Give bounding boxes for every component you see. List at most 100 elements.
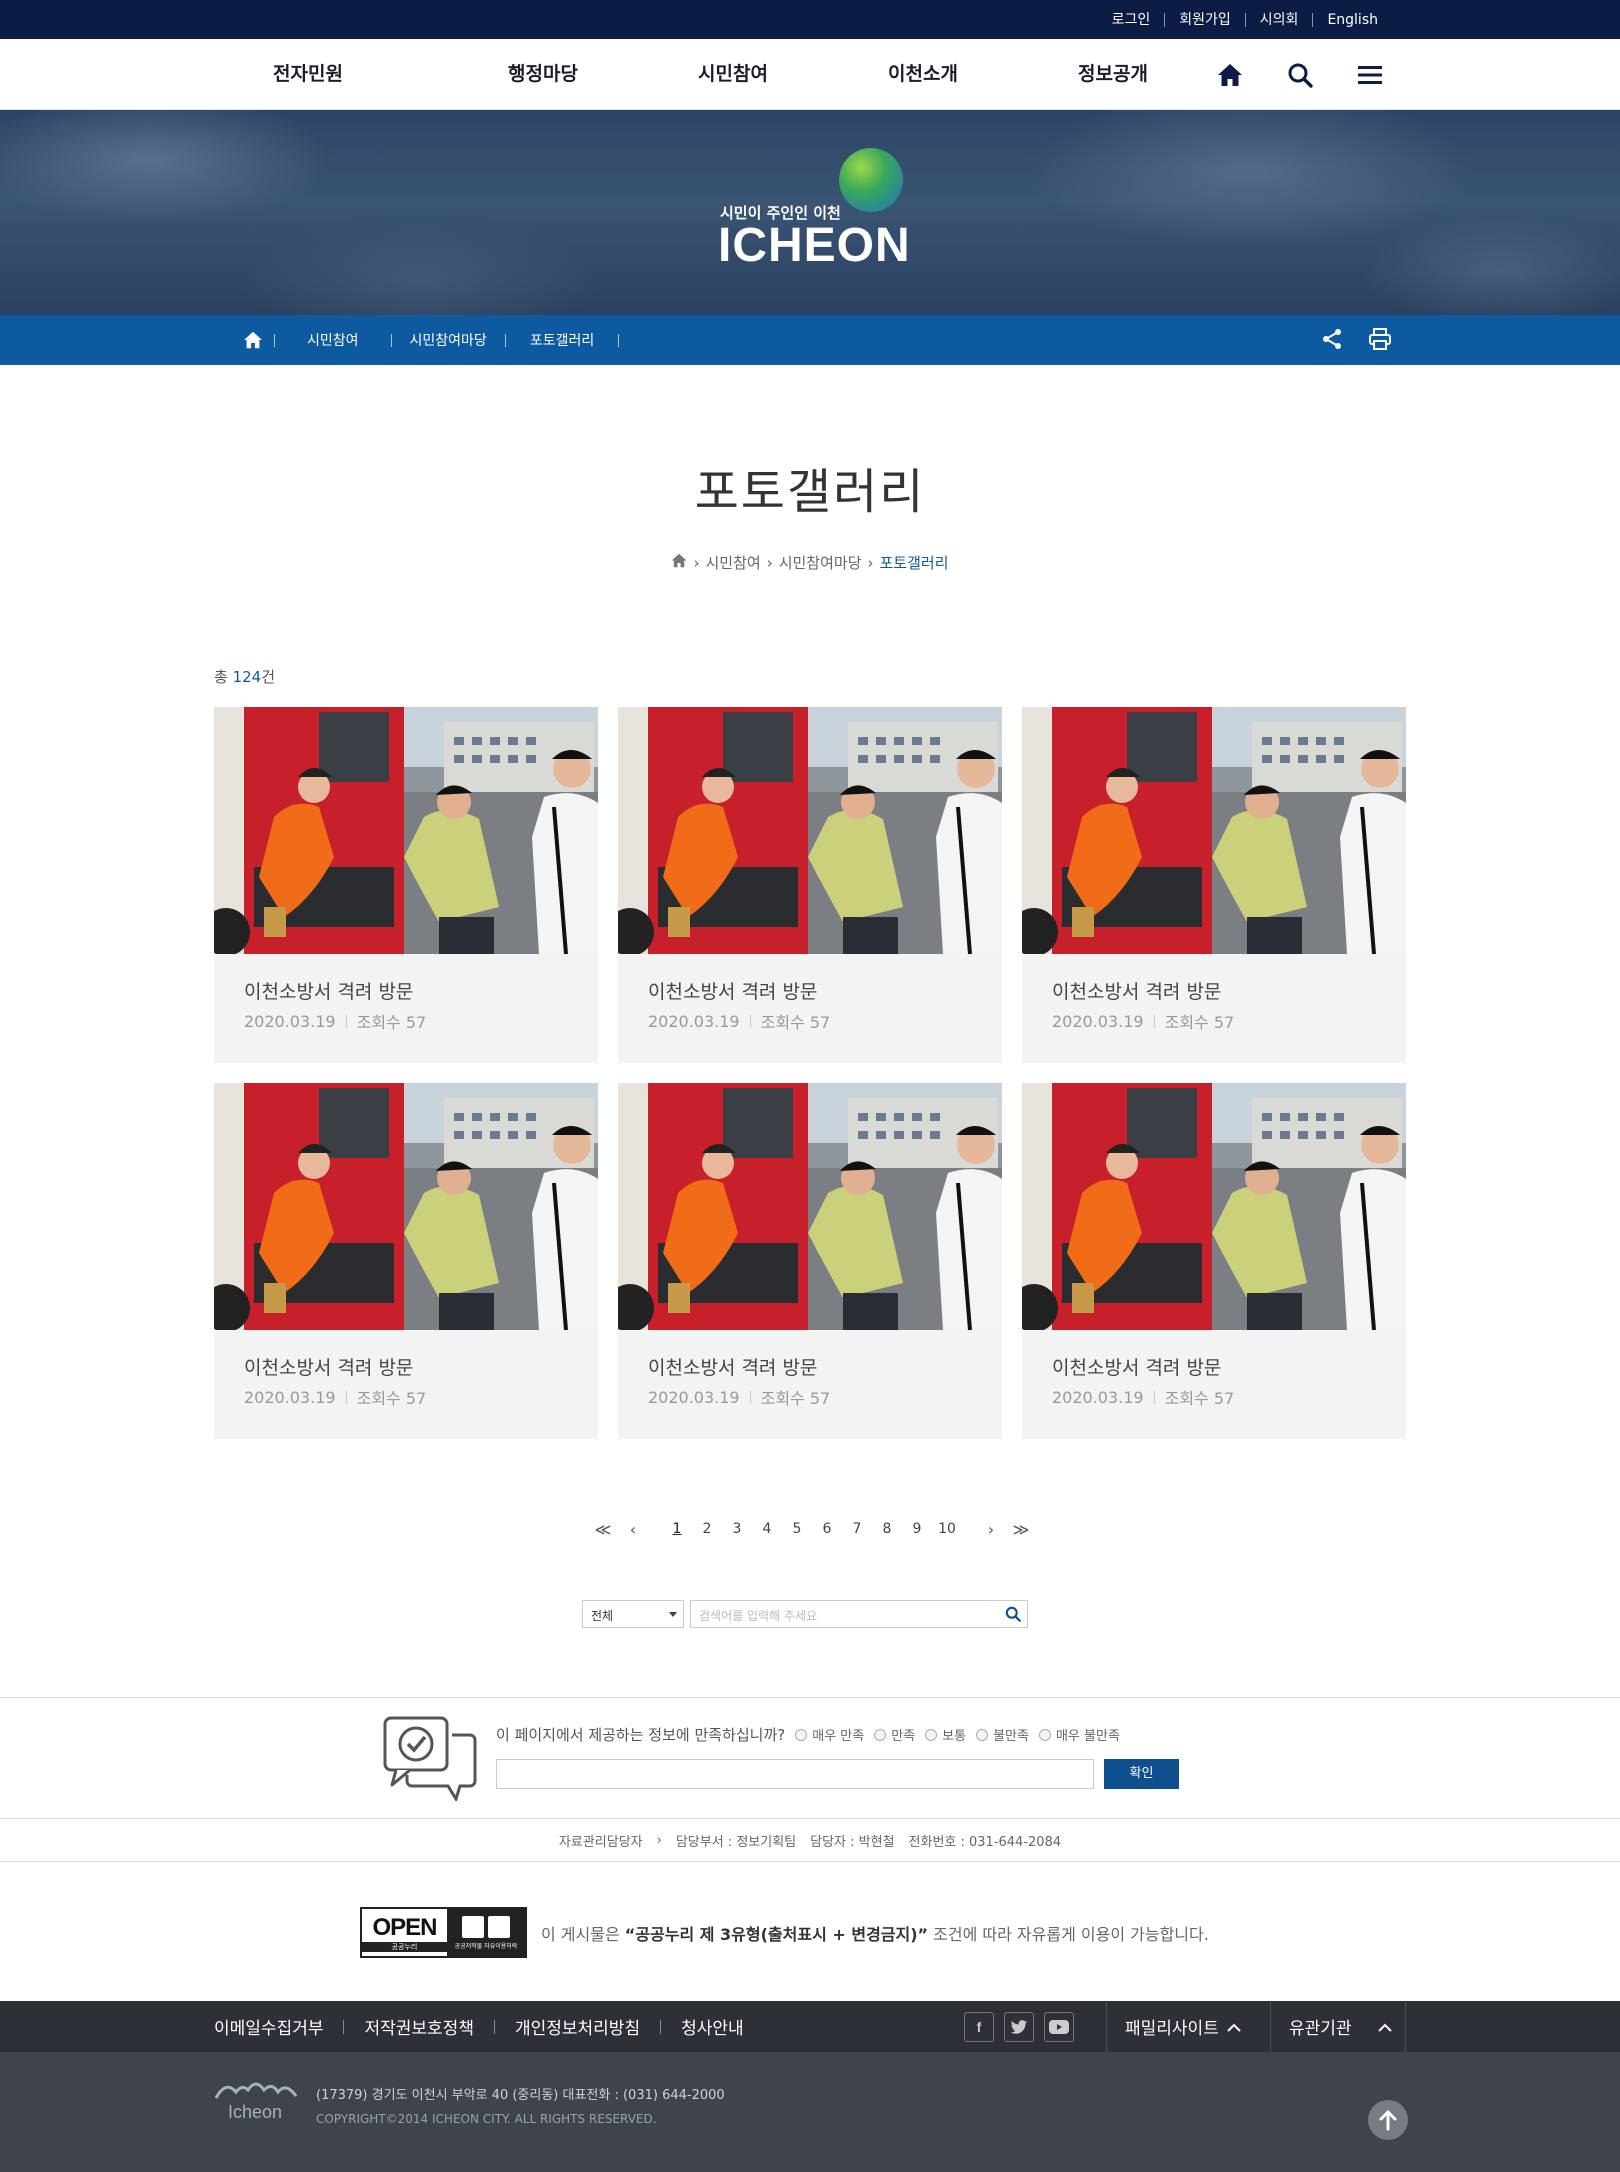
youtube-icon[interactable] (1044, 2012, 1074, 2042)
gallery-thumbnail[interactable] (1022, 707, 1406, 954)
location-item-forum[interactable]: 시민참여마당 (392, 330, 505, 350)
footer-link-copyright[interactable]: 저작권보호정책 (344, 2014, 493, 2039)
license-text-before: 이 게시물은 (541, 1924, 625, 1944)
facebook-icon[interactable]: f (964, 2012, 994, 2042)
survey-option-dissatisfied[interactable]: 불만족 (976, 1725, 1029, 1744)
radio-icon[interactable] (976, 1728, 989, 1741)
page-number[interactable]: 3 (722, 1521, 752, 1537)
breadcrumb-home-icon[interactable] (671, 553, 687, 572)
divider (1153, 1014, 1155, 1028)
english-link[interactable]: English (1312, 12, 1392, 27)
gallery-title[interactable]: 이천소방서 격려 방문 (244, 977, 413, 1004)
gallery-card[interactable]: 이천소방서 격려 방문 2020.03.19 조회수 57 (1022, 707, 1406, 1063)
gallery-thumbnail[interactable] (618, 1083, 1002, 1330)
gallery-title[interactable]: 이천소방서 격려 방문 (648, 1353, 817, 1380)
related-org-toggle[interactable]: 유관기관 (1270, 2001, 1406, 2052)
footer-links: 이메일수집거부 저작권보호정책 개인정보처리방침 청사안내 (214, 2001, 764, 2052)
gallery-thumbnail[interactable] (618, 707, 1002, 954)
divider (618, 333, 620, 347)
page-number[interactable]: 10 (932, 1521, 962, 1537)
home-icon[interactable] (1212, 57, 1248, 93)
gallery-date: 2020.03.19 (1052, 1011, 1144, 1031)
gallery-card[interactable]: 이천소방서 격려 방문 2020.03.19 조회수 57 (214, 1083, 598, 1439)
survey-option-satisfied[interactable]: 만족 (874, 1725, 915, 1744)
footer-link-directions[interactable]: 청사안내 (661, 2014, 764, 2039)
page-number[interactable]: 6 (812, 1521, 842, 1537)
survey-submit-button[interactable]: 확인 (1104, 1759, 1179, 1789)
survey-question: 이 페이지에서 제공하는 정보에 만족하십니까? (496, 1726, 786, 1744)
survey-option-neutral[interactable]: 보통 (925, 1725, 966, 1744)
gnb-item-admin[interactable]: 행정마당 (448, 39, 638, 110)
search-icon[interactable] (1005, 1606, 1021, 1625)
badge-right: 공공저작물 자유이용허락 (454, 1942, 518, 1950)
gnb-menu: 전자민원 행정마당 시민참여 이천소개 정보공개 (258, 39, 1208, 110)
location-item-gallery[interactable]: 포토갤러리 (506, 330, 618, 350)
survey-option-very-dissatisfied[interactable]: 매우 불만족 (1038, 1725, 1120, 1744)
footer-link-email[interactable]: 이메일수집거부 (214, 2014, 343, 2039)
gnb-item-e-civil[interactable]: 전자민원 (258, 39, 358, 110)
join-link[interactable]: 회원가입 (1164, 12, 1245, 27)
survey-comment-field[interactable] (496, 1759, 1094, 1789)
utility-links: 로그인 회원가입 시의회 English (1098, 0, 1392, 39)
family-site-toggle[interactable]: 패밀리사이트 (1106, 2001, 1294, 2052)
twitter-icon[interactable] (1004, 2012, 1034, 2042)
gnb-item-about[interactable]: 이천소개 (828, 39, 1018, 110)
gallery-thumbnail[interactable] (214, 1083, 598, 1330)
gallery-card[interactable]: 이천소방서 격려 방문 2020.03.19 조회수 57 (618, 707, 1002, 1063)
page-number[interactable]: 5 (782, 1521, 812, 1537)
page-number[interactable]: 7 (842, 1521, 872, 1537)
prev-page-button[interactable]: ‹ (618, 1520, 648, 1539)
menu-icon[interactable] (1352, 57, 1388, 93)
search-category-select[interactable]: 전체 (582, 1600, 684, 1628)
top-utility-bar: 로그인 회원가입 시의회 English (0, 0, 1620, 39)
council-link[interactable]: 시의회 (1244, 12, 1313, 27)
radio-icon[interactable] (795, 1728, 808, 1741)
radio-icon[interactable] (925, 1728, 938, 1741)
gallery-card[interactable]: 이천소방서 격려 방문 2020.03.19 조회수 57 (618, 1083, 1002, 1439)
scroll-top-button[interactable] (1368, 2100, 1408, 2140)
gallery-thumbnail[interactable] (214, 707, 598, 954)
location-tools (1320, 327, 1392, 355)
location-item-participation[interactable]: 시민참여 (275, 330, 391, 350)
divider (749, 1014, 751, 1028)
footer-link-privacy[interactable]: 개인정보처리방침 (495, 2014, 660, 2039)
gallery-title[interactable]: 이천소방서 격려 방문 (1052, 977, 1221, 1004)
search-icon[interactable] (1282, 57, 1318, 93)
gallery-views: 조회수 57 (356, 1389, 427, 1408)
chevron-right-icon: › (766, 553, 773, 572)
first-page-button[interactable]: ≪ (588, 1520, 618, 1539)
next-page-button[interactable]: › (976, 1520, 1006, 1539)
divider (749, 1390, 751, 1404)
page-number[interactable]: 4 (752, 1521, 782, 1537)
option-label: 매우 불만족 (1055, 1729, 1120, 1744)
page-number[interactable]: 1 (662, 1521, 692, 1537)
option-label: 불만족 (993, 1729, 1029, 1744)
search-placeholder: 검색어를 입력해 주세요 (699, 1609, 818, 1623)
chevron-right-icon: › (693, 553, 700, 572)
search-input[interactable]: 검색어를 입력해 주세요 (690, 1600, 1028, 1628)
login-link[interactable]: 로그인 (1098, 13, 1165, 27)
gallery-title[interactable]: 이천소방서 격려 방문 (1052, 1353, 1221, 1380)
breadcrumb-item[interactable]: 시민참여마당 (779, 552, 862, 573)
page-number[interactable]: 2 (692, 1521, 722, 1537)
radio-icon[interactable] (874, 1728, 887, 1741)
gallery-card[interactable]: 이천소방서 격려 방문 2020.03.19 조회수 57 (1022, 1083, 1406, 1439)
location-home-icon[interactable] (232, 331, 274, 349)
chevron-right-icon: › (867, 553, 874, 572)
share-icon[interactable] (1320, 327, 1344, 355)
radio-icon[interactable] (1038, 1728, 1051, 1741)
last-page-button[interactable]: ≫ (1006, 1520, 1036, 1539)
survey-option-very-satisfied[interactable]: 매우 만족 (795, 1725, 864, 1744)
page-number[interactable]: 8 (872, 1521, 902, 1537)
footer-links-bar: 이메일수집거부 저작권보호정책 개인정보처리방침 청사안내 f 패밀리사이트 유… (0, 2001, 1620, 2052)
gallery-card[interactable]: 이천소방서 격려 방문 2020.03.19 조회수 57 (214, 707, 598, 1063)
gnb-item-participation[interactable]: 시민참여 (638, 39, 828, 110)
main-navigation: 전자민원 행정마당 시민참여 이천소개 정보공개 (0, 39, 1620, 110)
page-number[interactable]: 9 (902, 1521, 932, 1537)
print-icon[interactable] (1368, 327, 1392, 355)
gallery-title[interactable]: 이천소방서 격려 방문 (244, 1353, 413, 1380)
gallery-thumbnail[interactable] (1022, 1083, 1406, 1330)
gallery-title[interactable]: 이천소방서 격려 방문 (648, 977, 817, 1004)
gnb-item-info[interactable]: 정보공개 (1018, 39, 1208, 110)
breadcrumb-item[interactable]: 시민참여 (705, 552, 760, 573)
